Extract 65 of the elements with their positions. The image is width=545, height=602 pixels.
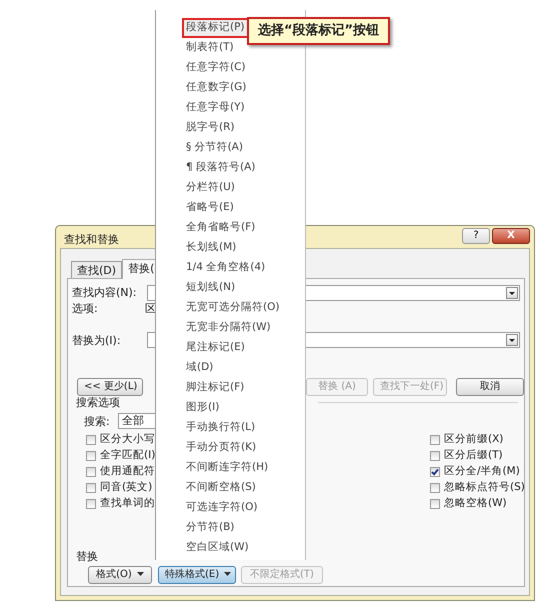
checkbox-label: 使用通配符 bbox=[100, 464, 155, 479]
menu-item[interactable]: 无宽可选分隔符(O) bbox=[182, 298, 284, 318]
menu-item[interactable]: 任意数字(G) bbox=[182, 78, 250, 98]
window-title: 查找和替换 bbox=[64, 233, 119, 246]
checkbox-label: 忽略空格(W) bbox=[444, 496, 507, 511]
menu-item[interactable]: 无宽非分隔符(W) bbox=[182, 318, 275, 338]
menu-item[interactable]: 长划线(M) bbox=[182, 238, 240, 258]
section-heading: 搜索选项 bbox=[76, 395, 120, 411]
menu-item[interactable]: 脚注标记(F) bbox=[182, 378, 248, 398]
menu-item[interactable]: 省略号(E) bbox=[182, 198, 238, 218]
checkbox[interactable] bbox=[430, 498, 440, 509]
menu-item[interactable]: 手动换行符(L) bbox=[182, 418, 260, 438]
checkbox[interactable] bbox=[86, 466, 96, 477]
menu-item[interactable]: 尾注标记(E) bbox=[182, 338, 249, 358]
callout: 选择“段落标记”按钮 bbox=[247, 17, 390, 45]
checkbox[interactable] bbox=[430, 434, 440, 445]
menu-item[interactable]: 段落标记(P) bbox=[182, 18, 249, 38]
help-button[interactable]: ? bbox=[462, 228, 490, 244]
checkbox[interactable] bbox=[86, 450, 96, 461]
checkbox[interactable] bbox=[86, 434, 96, 445]
search-dropdown[interactable]: 全部 bbox=[118, 413, 158, 429]
checkbox[interactable] bbox=[86, 498, 96, 509]
menu-item[interactable]: 制表符(T) bbox=[182, 38, 238, 58]
field-label: 替换为(I): bbox=[72, 333, 121, 349]
menu-item[interactable]: 短划线(N) bbox=[182, 278, 240, 298]
checkbox-label: 同音(英文) bbox=[100, 480, 152, 495]
menu-item[interactable]: ¶ 段落符号(A) bbox=[182, 158, 260, 178]
field-label: 查找内容(N): bbox=[72, 285, 137, 301]
checkbox-label: 查找单词的 bbox=[100, 496, 155, 511]
tab[interactable]: 查找(D) bbox=[71, 261, 122, 278]
menu-item[interactable]: 任意字符(C) bbox=[182, 58, 250, 78]
section-heading: 替换 bbox=[76, 549, 98, 565]
caret-icon bbox=[224, 572, 232, 576]
menu-item[interactable]: 任意字母(Y) bbox=[182, 98, 249, 118]
options-value: 区 bbox=[145, 301, 156, 317]
menu-item[interactable]: 图形(I) bbox=[182, 398, 224, 418]
menu-item[interactable]: 手动分页符(K) bbox=[182, 438, 260, 458]
format-button[interactable]: 特殊格式(E) bbox=[158, 566, 236, 584]
menu-item[interactable]: 1/4 全角空格(4) bbox=[182, 258, 270, 278]
menu-item[interactable]: 空白区域(W) bbox=[182, 538, 253, 558]
menu-item[interactable]: 全角省略号(F) bbox=[182, 218, 260, 238]
search-label: 搜索: bbox=[84, 414, 110, 430]
checkbox[interactable] bbox=[430, 482, 440, 493]
menu-item[interactable]: 分节符(B) bbox=[182, 518, 238, 538]
checkbox-label: 区分全/半角(M) bbox=[444, 464, 520, 479]
menu-item[interactable]: 不间断空格(S) bbox=[182, 478, 260, 498]
checkbox-label: 忽略标点符号(S) bbox=[444, 480, 525, 495]
format-button[interactable]: 格式(O) bbox=[88, 566, 152, 584]
checkbox-label: 区分大小写 bbox=[100, 432, 155, 447]
checkbox[interactable] bbox=[430, 466, 440, 477]
caret-icon bbox=[136, 572, 144, 576]
checkbox-label: 区分前缀(X) bbox=[444, 432, 504, 447]
menu-item[interactable]: 脱字号(R) bbox=[182, 118, 238, 138]
menu-item[interactable]: 分栏符(U) bbox=[182, 178, 239, 198]
checkbox[interactable] bbox=[86, 482, 96, 493]
checkbox-label: 区分后缀(T) bbox=[444, 448, 503, 463]
checkbox[interactable] bbox=[430, 450, 440, 461]
checkbox-label: 全字匹配(I) bbox=[100, 448, 156, 463]
menu-item[interactable]: 域(D) bbox=[182, 358, 218, 378]
options-label: 选项: bbox=[72, 301, 98, 317]
menu-item[interactable]: 不间断连字符(H) bbox=[182, 458, 272, 478]
action-button[interactable]: 取消 bbox=[456, 378, 524, 396]
menu-item[interactable]: § 分节符(A) bbox=[182, 138, 247, 158]
less-button[interactable]: << 更少(L) bbox=[77, 378, 143, 396]
menu-item[interactable]: 可选连字符(O) bbox=[182, 498, 262, 518]
